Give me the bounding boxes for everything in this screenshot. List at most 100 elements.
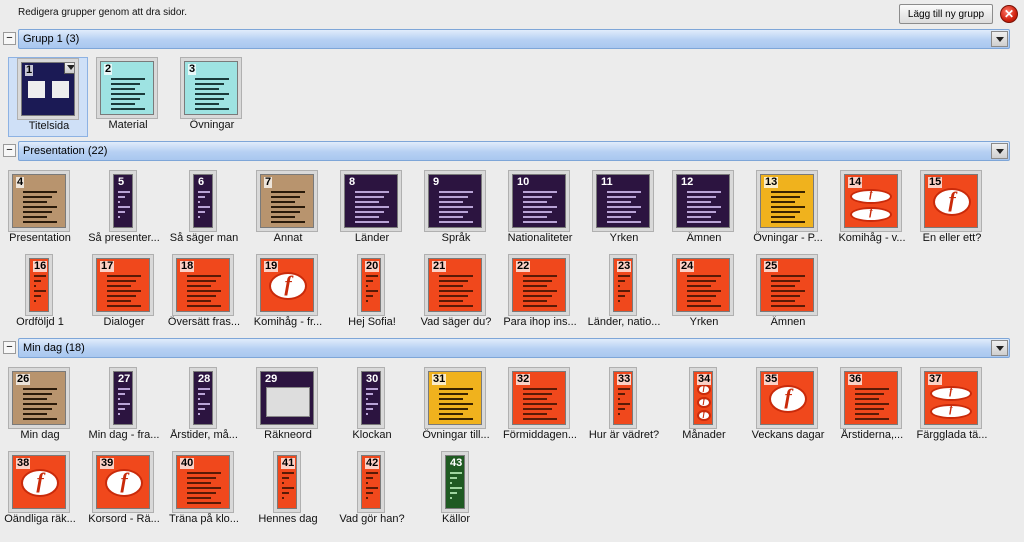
slide-preview: 35 bbox=[760, 371, 814, 425]
thumb-text-line bbox=[366, 280, 373, 282]
slide-thumbnail[interactable]: 25 Ämnen bbox=[748, 254, 828, 334]
slide-thumbnail[interactable]: 24 Yrken bbox=[664, 254, 744, 334]
slide-preview: 11 bbox=[596, 174, 650, 228]
thumb-text-line bbox=[107, 290, 141, 292]
thumb-text-line bbox=[855, 403, 889, 405]
thumb-text-line bbox=[523, 285, 547, 287]
thumb-text-line bbox=[111, 83, 140, 85]
slide-thumbnail[interactable]: 30 Klockan bbox=[332, 367, 412, 447]
add-group-button[interactable]: Lägg till ny grupp bbox=[899, 4, 993, 24]
slide-thumbnail[interactable]: 43 Källor bbox=[416, 451, 496, 531]
thumb-text-line bbox=[23, 413, 47, 415]
instruction-text: Redigera grupper genom att dra sidor. bbox=[18, 7, 187, 18]
thumb-text-line bbox=[439, 398, 463, 400]
thumb-text-line bbox=[271, 201, 295, 203]
collapse-button[interactable]: − bbox=[3, 144, 16, 157]
slide-number: 35 bbox=[764, 373, 779, 385]
slide-thumbnail[interactable]: 41 Hennes dag bbox=[248, 451, 328, 531]
slide-thumbnail[interactable]: 28 Årstider, må... bbox=[164, 367, 244, 447]
slide-preview: 6 bbox=[193, 174, 213, 228]
thumb-text-line bbox=[23, 418, 57, 420]
slide-thumbnail[interactable]: 15 En eller ett? bbox=[912, 170, 992, 250]
thumb-text-line bbox=[23, 221, 57, 223]
close-icon[interactable]: ✕ bbox=[1000, 5, 1018, 23]
slide-number: 20 bbox=[365, 260, 380, 272]
slide-preview: 33 bbox=[613, 371, 633, 425]
slide-thumbnail[interactable]: 26 Min dag bbox=[0, 367, 80, 447]
slide-number: 9 bbox=[433, 176, 440, 188]
thumb-text-line bbox=[187, 285, 211, 287]
thumb-text-line bbox=[523, 300, 547, 302]
thumb-text-line bbox=[355, 191, 389, 193]
slide-number: 18 bbox=[180, 260, 195, 272]
slide-thumbnail[interactable]: 4 Presentation bbox=[0, 170, 80, 250]
slide-thumbnail[interactable]: 34Månader bbox=[664, 367, 744, 447]
slide-thumbnail[interactable]: 7 Annat bbox=[248, 170, 328, 250]
slide-preview: 23 bbox=[613, 258, 633, 312]
thumb-text-line bbox=[439, 216, 463, 218]
slide-preview: 13 bbox=[760, 174, 814, 228]
thumb-text-line bbox=[198, 393, 205, 395]
slide-thumbnail[interactable]: 8 Länder bbox=[332, 170, 412, 250]
slide-thumbnail[interactable]: 3 Övningar bbox=[172, 57, 252, 137]
slide-preview: 19 bbox=[260, 258, 314, 312]
thumb-text-line bbox=[771, 295, 800, 297]
chevron-down-icon bbox=[66, 65, 74, 70]
slide-preview: 20 bbox=[361, 258, 381, 312]
flash-logo-icon bbox=[21, 468, 59, 497]
slide-preview: 22 bbox=[512, 258, 566, 312]
slide-number: 40 bbox=[180, 457, 195, 469]
thumb-text-line bbox=[111, 98, 140, 100]
thumb-text-line bbox=[618, 408, 625, 410]
slide-thumbnail[interactable]: 29 Räkneord bbox=[248, 367, 328, 447]
group-title-bar[interactable]: Min dag (18) bbox=[18, 338, 1010, 358]
flash-logo-icon bbox=[697, 383, 711, 395]
thumb-text-line bbox=[23, 403, 57, 405]
group-title-bar[interactable]: Presentation (22) bbox=[18, 141, 1010, 161]
thumb-text-line bbox=[855, 418, 889, 420]
slide-menu-button[interactable] bbox=[64, 63, 74, 74]
slide-thumbnail[interactable]: 22 Para ihop ins... bbox=[500, 254, 580, 334]
slide-thumbnail[interactable]: 18 Översätt fras... bbox=[164, 254, 244, 334]
slide-thumbnail[interactable]: 6 Så säger man bbox=[164, 170, 244, 250]
thumb-text-line bbox=[607, 201, 631, 203]
thumb-image bbox=[266, 387, 310, 417]
collapse-button[interactable]: − bbox=[3, 32, 16, 45]
slide-thumbnail[interactable]: 42 Vad gör han? bbox=[332, 451, 412, 531]
thumb-text-line bbox=[118, 393, 125, 395]
thumb-text-line bbox=[271, 211, 300, 213]
slide-label: Källor bbox=[441, 513, 471, 525]
slide-thumbnail[interactable]: 19Komihåg - fr... bbox=[248, 254, 328, 334]
slide-thumbnail[interactable]: 38Oändliga räk... bbox=[0, 451, 80, 531]
thumb-text-line bbox=[450, 482, 452, 484]
slide-preview: 1 bbox=[21, 62, 75, 116]
slide-preview: 37 bbox=[924, 371, 978, 425]
slide-thumbnail[interactable]: 9 Språk bbox=[416, 170, 496, 250]
slide-thumbnail[interactable]: 12 Ämnen bbox=[664, 170, 744, 250]
slide-thumbnail[interactable]: 31 Övningar till... bbox=[416, 367, 496, 447]
slide-preview: 21 bbox=[428, 258, 482, 312]
slide-thumbnail[interactable]: 20 Hej Sofia! bbox=[332, 254, 412, 334]
thumb-text-line bbox=[771, 275, 805, 277]
slide-thumbnail[interactable]: 2 Material bbox=[88, 57, 168, 137]
slide-thumbnail[interactable]: 21 Vad säger du? bbox=[416, 254, 496, 334]
group-menu-button[interactable] bbox=[991, 340, 1008, 356]
thumb-text-line bbox=[607, 191, 641, 193]
group-title-bar[interactable]: Grupp 1 (3) bbox=[18, 29, 1010, 49]
thumb-text-line bbox=[271, 221, 305, 223]
group-menu-button[interactable] bbox=[991, 143, 1008, 159]
slide-thumbnail[interactable]: 16 Ordföljd 1 bbox=[0, 254, 80, 334]
slide-thumbnail[interactable]: 10 Nationaliteter bbox=[500, 170, 580, 250]
slide-preview: 36 bbox=[844, 371, 898, 425]
slide-thumbnail[interactable]: 37 Färgglada tä... bbox=[912, 367, 992, 447]
group-menu-button[interactable] bbox=[991, 31, 1008, 47]
slide-number: 4 bbox=[16, 176, 25, 188]
slide-thumbnail[interactable]: 35Veckans dagar bbox=[748, 367, 828, 447]
thumb-text-line bbox=[523, 418, 557, 420]
slide-thumbnail[interactable]: 13 Övningar - P... bbox=[748, 170, 828, 250]
collapse-button[interactable]: − bbox=[3, 341, 16, 354]
slide-preview: 2 bbox=[100, 61, 154, 115]
slide-thumbnail[interactable]: 40 Träna på klo... bbox=[164, 451, 244, 531]
slide-thumbnail[interactable]: 32 Förmiddagen... bbox=[500, 367, 580, 447]
slide-preview: 42 bbox=[361, 455, 381, 509]
